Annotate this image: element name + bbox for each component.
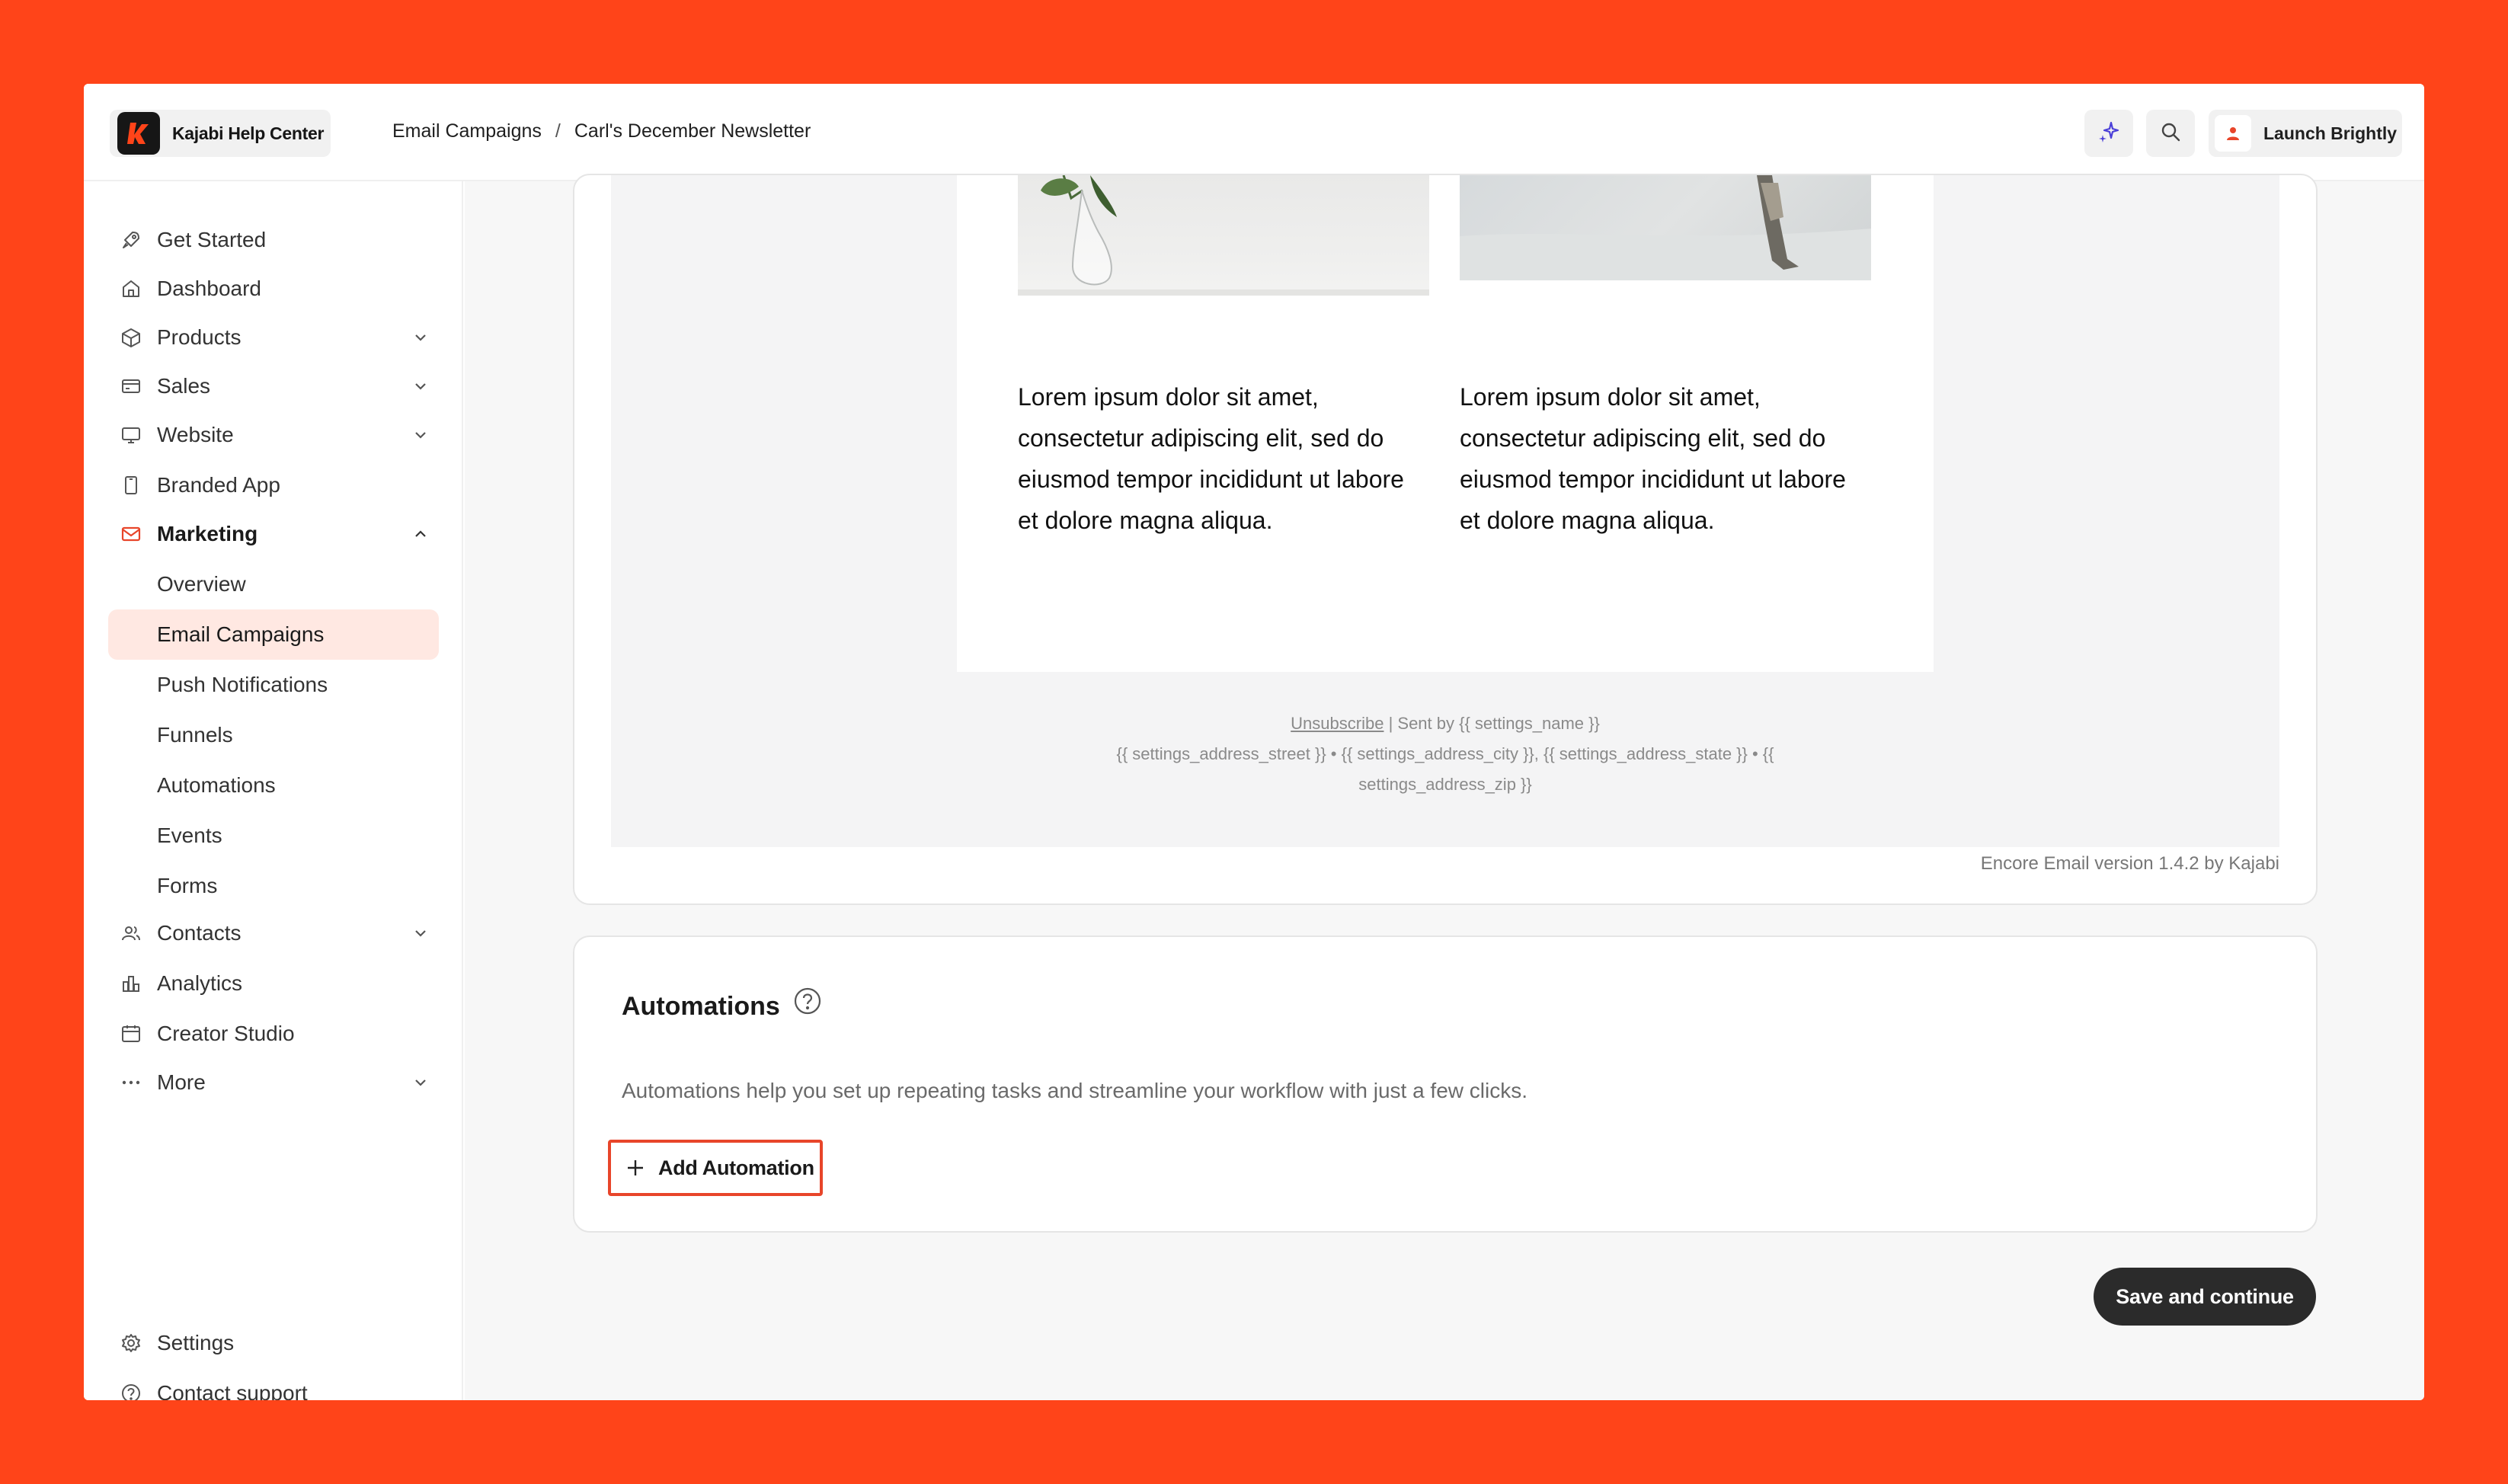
- bar-chart-icon: [120, 973, 142, 994]
- breadcrumb-separator: /: [555, 120, 561, 142]
- unsubscribe-link[interactable]: Unsubscribe: [1291, 714, 1384, 733]
- sidebar-item-analytics[interactable]: Analytics: [108, 960, 439, 1007]
- email-footer: Unsubscribe | Sent by {{ settings_name }…: [957, 708, 1934, 800]
- sidebar-item-funnels[interactable]: Funnels: [108, 712, 439, 759]
- help-icon: [120, 1383, 142, 1400]
- brand-switcher[interactable]: Kajabi Help Center: [110, 110, 331, 157]
- save-and-continue-button[interactable]: Save and continue: [2094, 1268, 2316, 1326]
- sidebar-item-label: Website: [157, 423, 234, 446]
- email-version-text: Encore Email version 1.4.2 by Kajabi: [1980, 853, 2279, 874]
- sidebar-item-contact-support[interactable]: Contact support: [108, 1370, 439, 1400]
- address-line-2: settings_address_zip }}: [1358, 775, 1532, 794]
- sidebar-item-label: Automations: [157, 773, 276, 797]
- sidebar-item-label: Analytics: [157, 971, 243, 995]
- sidebar-item-label: Products: [157, 325, 242, 349]
- sidebar-item-label: Creator Studio: [157, 1022, 295, 1045]
- kajabi-logo-icon: [117, 112, 160, 155]
- rocket-icon: [120, 229, 142, 251]
- plus-icon: [625, 1157, 646, 1179]
- chevron-down-icon: [411, 328, 430, 347]
- sidebar-item-creator-studio[interactable]: Creator Studio: [108, 1010, 439, 1057]
- calendar-icon: [120, 1023, 142, 1044]
- search-icon: [2160, 121, 2181, 146]
- breadcrumb-email-campaigns[interactable]: Email Campaigns: [392, 120, 542, 142]
- sidebar-item-automations[interactable]: Automations: [108, 762, 439, 809]
- sidebar-item-label: Contacts: [157, 921, 242, 945]
- sidebar-item-label: Forms: [157, 874, 218, 897]
- sidebar-item-push-notifications[interactable]: Push Notifications: [108, 661, 439, 708]
- sidebar-item-products[interactable]: Products: [108, 314, 439, 361]
- app-window: Kajabi Help Center Email Campaigns / Car…: [84, 84, 2424, 1400]
- email-image-vase: [1018, 175, 1429, 296]
- sidebar-item-label: Contact support: [157, 1381, 308, 1400]
- sidebar-item-overview[interactable]: Overview: [108, 561, 439, 608]
- cube-icon: [120, 327, 142, 348]
- sidebar-item-email-campaigns[interactable]: Email Campaigns: [108, 609, 439, 660]
- credit-card-icon: [120, 376, 142, 397]
- phone-icon: [120, 475, 142, 496]
- gear-icon: [120, 1332, 142, 1354]
- user-avatar-icon: [2215, 115, 2251, 152]
- monitor-icon: [120, 424, 142, 446]
- help-circle-icon[interactable]: [792, 986, 823, 1016]
- sidebar-item-get-started[interactable]: Get Started: [108, 216, 439, 264]
- automations-title: Automations: [622, 992, 780, 1021]
- launch-brightly-label: Launch Brightly: [2263, 123, 2398, 143]
- sidebar-item-website[interactable]: Website: [108, 411, 439, 459]
- chevron-down-icon: [411, 1073, 430, 1092]
- chevron-down-icon: [411, 426, 430, 444]
- sidebar-item-label: Push Notifications: [157, 673, 328, 696]
- chevron-down-icon: [411, 924, 430, 942]
- email-column-text: Lorem ipsum dolor sit amet, consectetur …: [1018, 383, 1404, 534]
- sidebar-item-events[interactable]: Events: [108, 812, 439, 859]
- sidebar-item-label: Get Started: [157, 228, 267, 251]
- ai-assistant-button[interactable]: [2084, 110, 2133, 157]
- sidebar-item-marketing[interactable]: Marketing: [108, 510, 439, 558]
- mail-icon: [120, 523, 142, 545]
- sidebar-item-label: Email Campaigns: [157, 622, 325, 646]
- email-body: Lorem ipsum dolor sit amet, consectetur …: [957, 175, 1934, 672]
- sidebar-item-settings[interactable]: Settings: [108, 1319, 439, 1367]
- automations-description: Automations help you set up repeating ta…: [622, 1079, 1528, 1102]
- email-column-text: Lorem ipsum dolor sit amet, consectetur …: [1460, 383, 1846, 534]
- users-icon: [120, 923, 142, 944]
- brand-name: Kajabi Help Center: [172, 123, 325, 143]
- email-preview-card: Lorem ipsum dolor sit amet, consectetur …: [573, 174, 2318, 905]
- sidebar-item-label: Branded App: [157, 473, 280, 497]
- sidebar-item-label: Overview: [157, 572, 246, 596]
- home-icon: [120, 278, 142, 299]
- email-canvas: Lorem ipsum dolor sit amet, consectetur …: [611, 175, 2279, 847]
- sidebar-item-sales[interactable]: Sales: [108, 363, 439, 410]
- sidebar-item-label: Sales: [157, 374, 211, 398]
- add-automation-label: Add Automation: [658, 1156, 814, 1179]
- sidebar-item-branded-app[interactable]: Branded App: [108, 462, 439, 509]
- sidebar-item-label: Dashboard: [157, 277, 261, 300]
- sidebar-item-label: Events: [157, 824, 222, 847]
- add-automation-button[interactable]: Add Automation: [608, 1140, 823, 1196]
- sidebar-item-dashboard[interactable]: Dashboard: [108, 265, 439, 312]
- sparkle-icon: [2097, 120, 2120, 147]
- sidebar-item-label: Settings: [157, 1331, 235, 1354]
- sidebar-item-more[interactable]: More: [108, 1059, 439, 1106]
- top-bar: Kajabi Help Center Email Campaigns / Car…: [84, 84, 2424, 181]
- sidebar-item-label: Marketing: [157, 522, 258, 545]
- email-image-wall: [1460, 175, 1871, 280]
- sidebar-item-forms[interactable]: Forms: [108, 862, 439, 910]
- launch-brightly-button[interactable]: Launch Brightly: [2209, 110, 2402, 157]
- sidebar-item-contacts[interactable]: Contacts: [108, 910, 439, 957]
- sidebar: Get Started Dashboard Products Sales Web…: [84, 181, 463, 1400]
- search-button[interactable]: [2146, 110, 2195, 157]
- breadcrumb-current: Carl's December Newsletter: [574, 120, 811, 142]
- more-icon: [120, 1072, 142, 1093]
- automations-card: Automations Automations help you set up …: [573, 935, 2318, 1233]
- address-line-1: {{ settings_address_street }} • {{ setti…: [1116, 744, 1774, 763]
- sidebar-item-label: More: [157, 1070, 206, 1094]
- sidebar-item-label: Funnels: [157, 723, 233, 747]
- chevron-up-icon: [411, 525, 430, 543]
- breadcrumb: Email Campaigns / Carl's December Newsle…: [392, 120, 811, 142]
- main-content: Lorem ipsum dolor sit amet, consectetur …: [465, 174, 2424, 1400]
- sent-by-text: | Sent by {{ settings_name }}: [1384, 714, 1600, 733]
- chevron-down-icon: [411, 377, 430, 395]
